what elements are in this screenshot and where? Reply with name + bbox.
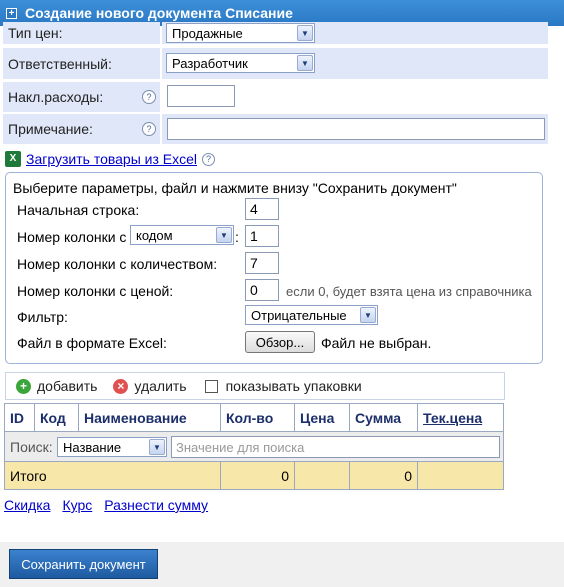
price-col-label: Номер колонки с ценой: [17,283,174,299]
qty-col-label: Номер колонки с количеством: [17,256,218,272]
import-instruction: Выберите параметры, файл и нажмите внизу… [13,180,457,196]
total-price [294,461,350,490]
excel-import-panel: Выберите параметры, файл и нажмите внизу… [5,172,543,364]
table-header-row: ID Код Наименование Кол-во Цена Сумма Те… [4,403,504,432]
chevron-down-icon[interactable]: ▼ [149,439,165,455]
overhead-label: Накл.расходы: [8,89,104,105]
note-label-cell: Примечание: ? [3,114,160,144]
help-icon[interactable]: ? [202,152,216,166]
search-cell: Поиск: Название ▼ Значение для поиска [4,431,504,462]
packages-toggle[interactable]: показывать упаковки [204,378,362,394]
column-header-name[interactable]: Наименование [78,403,221,432]
rate-link[interactable]: Курс [62,497,92,513]
code-col-label: Номер колонки с [17,229,127,245]
discount-link[interactable]: Скидка [4,497,50,513]
help-icon[interactable]: ? [142,90,156,104]
responsible-cell: Разработчик ▼ [162,48,548,79]
overhead-label-cell: Накл.расходы: ? [3,82,160,112]
price-type-select[interactable]: Продажные ▼ [166,23,315,43]
total-sum: 0 [349,461,418,490]
close-icon: × [113,378,129,394]
search-input[interactable]: Значение для поиска [171,436,500,458]
note-row: Примечание: ? [0,114,548,144]
total-row: Итого 0 0 [4,461,504,490]
price-type-cell: Продажные ▼ [162,22,548,44]
start-row-input[interactable]: 4 [245,198,279,220]
chevron-down-icon[interactable]: ▼ [297,25,313,41]
price-type-value: Продажные [172,25,243,41]
column-header-id[interactable]: ID [4,403,35,432]
note-label: Примечание: [8,121,93,137]
plus-icon: + [16,378,31,394]
excel-import-link[interactable]: Загрузить товары из Excel [26,151,197,167]
column-header-qty[interactable]: Кол-во [220,403,295,432]
code-col-colon: : [235,229,239,245]
excel-icon: X [5,151,21,167]
qty-col-input[interactable]: 7 [245,252,279,274]
file-label: Файл в формате Excel: [17,335,167,351]
search-field-value: Название [63,439,122,455]
note-input[interactable] [167,118,545,140]
responsible-select[interactable]: Разработчик ▼ [166,53,315,73]
save-document-button[interactable]: Сохранить документ [9,549,158,579]
chevron-down-icon[interactable]: ▼ [297,55,313,71]
start-row-label: Начальная строка: [17,202,140,218]
delete-label: удалить [134,378,187,394]
file-status: Файл не выбран. [321,335,432,351]
packages-checkbox[interactable] [204,379,218,393]
search-field-select[interactable]: Название ▼ [57,437,167,457]
total-current-price [417,461,504,490]
filter-value: Отрицательные [251,307,347,323]
packages-label: показывать упаковки [225,378,362,394]
price-col-hint: если 0, будет взята цена из справочника [286,284,532,299]
code-col-select-value: кодом [136,227,173,243]
page-title: Создание нового документа Списание [25,5,293,21]
expand-icon[interactable]: + [6,7,17,19]
overhead-row: Накл.расходы: ? [0,82,548,112]
filter-select[interactable]: Отрицательные ▼ [245,305,378,325]
price-col-input[interactable]: 0 [245,279,279,301]
chevron-down-icon[interactable]: ▼ [360,307,376,323]
footer-bar: Сохранить документ [0,542,564,587]
column-header-code[interactable]: Код [34,403,79,432]
help-icon[interactable]: ? [142,122,156,136]
responsible-label: Ответственный: [3,48,160,79]
responsible-value: Разработчик [172,55,248,71]
browse-button[interactable]: Обзор... [245,331,315,353]
add-button[interactable]: + добавить [16,378,97,394]
total-label: Итого [4,461,221,490]
search-row: Поиск: Название ▼ Значение для поиска [4,431,504,462]
grid-toolbar: + добавить × удалить показывать упаковки [5,372,505,400]
table-links: Скидка Курс Разнести сумму [4,497,208,513]
chevron-down-icon[interactable]: ▼ [216,227,232,243]
search-label: Поиск: [10,438,53,455]
overhead-input[interactable] [167,85,235,107]
code-col-input[interactable]: 1 [245,225,279,247]
price-type-row: Тип цен: Продажные ▼ [0,22,548,44]
code-col-select[interactable]: кодом ▼ [130,225,234,245]
total-qty: 0 [220,461,295,490]
column-header-price[interactable]: Цена [294,403,350,432]
price-type-label: Тип цен: [3,22,160,44]
column-header-sum[interactable]: Сумма [349,403,418,432]
add-label: добавить [37,378,98,394]
items-table: ID Код Наименование Кол-во Цена Сумма Те… [4,403,504,490]
responsible-row: Ответственный: Разработчик ▼ [0,48,548,79]
column-header-current-price[interactable]: Тек.цена [417,403,504,432]
delete-button[interactable]: × удалить [113,378,187,394]
distribute-sum-link[interactable]: Разнести сумму [104,497,208,513]
filter-label: Фильтр: [17,309,68,325]
excel-import-link-row: X Загрузить товары из Excel ? [5,151,216,167]
